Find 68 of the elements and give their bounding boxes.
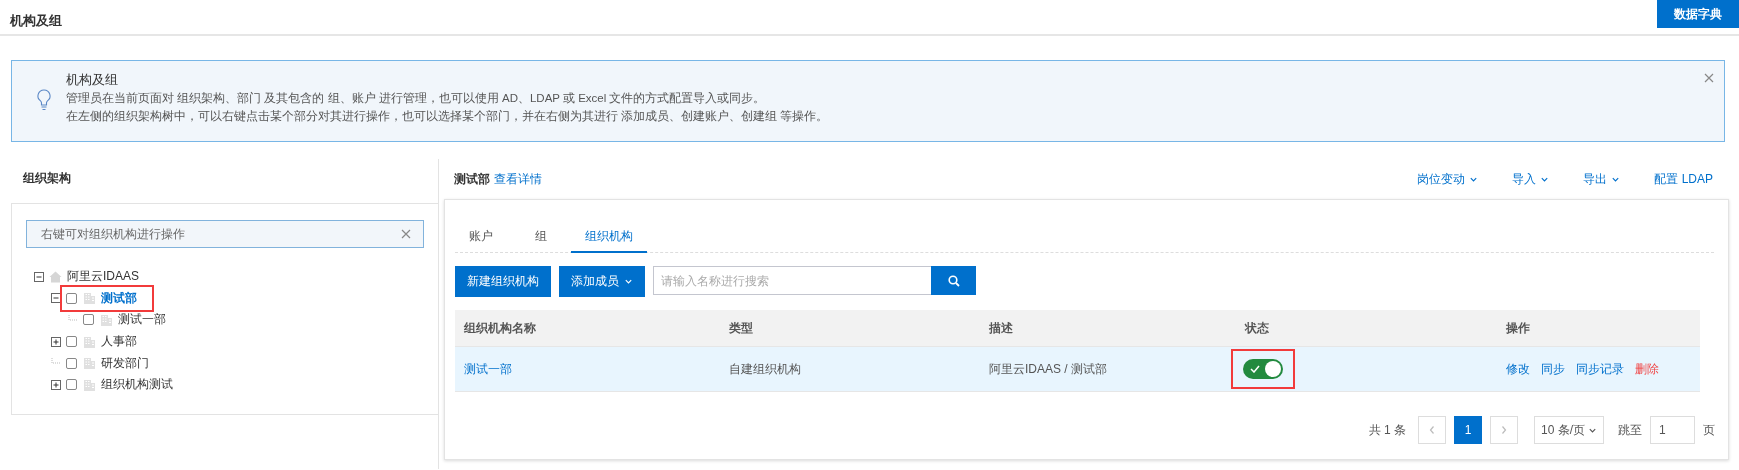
column-header: 状态 (1236, 310, 1497, 347)
notice-text: 在左侧的组织架构树中，可以右键点击某个部分对其进行操作，也可以选择某个部门，并在右侧为其进行 添加成员、创建账户、创建组 等操作。 (66, 109, 829, 124)
tree-item[interactable]: 阿里云IDAAS (66, 267, 140, 287)
delete-link[interactable]: 删除 (1635, 360, 1659, 378)
chevron-left-icon (1428, 425, 1436, 435)
chevron-right-icon (1500, 425, 1508, 435)
tree-item[interactable]: 测试部 (100, 288, 138, 308)
check-icon (1250, 365, 1260, 373)
action-link[interactable]: 修改 (1506, 360, 1530, 378)
checkbox[interactable] (66, 379, 77, 391)
dropdown-menu[interactable]: 岗位变动 (1417, 170, 1479, 188)
lightbulb-icon (36, 89, 52, 111)
details-link[interactable]: 查看详情 (494, 170, 542, 188)
chevron-down-icon (624, 277, 633, 286)
action-link[interactable]: 同步 (1541, 360, 1565, 378)
dropdown-menu[interactable]: 导出 (1583, 170, 1621, 188)
department-name: 测试部 (454, 170, 490, 188)
expand-icon[interactable] (51, 379, 61, 390)
search-field[interactable]: 请输入名称进行搜索 (653, 266, 932, 295)
new-organization-button[interactable]: 新建组织机构 (455, 266, 551, 297)
tree-item[interactable]: 组织机构测试 (100, 375, 174, 395)
page-button[interactable]: 1 (1454, 416, 1482, 444)
tree-item[interactable]: 研发部门 (100, 353, 150, 373)
expand-icon[interactable] (51, 336, 61, 347)
search-button[interactable] (931, 266, 976, 295)
notice-text: 管理员在当前页面对 组织架构、部门 及其包含的 组、账户 进行管理，也可以使用 AD、LDAP 或 Excel 文件的方式配置导入或同步。 (66, 91, 767, 106)
collapse-icon[interactable] (51, 293, 61, 304)
tab[interactable]: 组 (507, 222, 571, 253)
tree-item[interactable]: 测试一部 (117, 310, 167, 330)
page-size-select[interactable]: 10 条/页 (1534, 416, 1604, 444)
dictionary-button[interactable]: 数据字典 (1657, 0, 1739, 28)
building-icon (83, 335, 96, 348)
status-toggle[interactable] (1243, 359, 1283, 379)
building-icon (83, 378, 96, 391)
column-header: 类型 (720, 310, 980, 347)
building-icon (100, 314, 113, 326)
building-icon (83, 357, 96, 370)
close-icon[interactable] (1704, 73, 1714, 83)
add-member-button[interactable]: 添加成员 (559, 266, 645, 297)
checkbox[interactable] (66, 357, 77, 369)
jump-label: 跳至 (1618, 421, 1642, 439)
tab[interactable]: 账户 (455, 222, 507, 253)
page-unit: 页 (1703, 421, 1715, 439)
checkbox[interactable] (66, 336, 77, 348)
column-header: 描述 (980, 310, 1236, 347)
dropdown-menu[interactable]: 导入 (1512, 170, 1550, 188)
collapse-icon[interactable] (34, 271, 44, 282)
name-link[interactable]: 测试一部 (464, 360, 512, 378)
checkbox[interactable] (83, 314, 94, 326)
building-icon (83, 292, 96, 305)
panel-title: 组织架构 (23, 171, 72, 185)
tab[interactable]: 组织机构 (571, 222, 647, 253)
column-header: 组织机构名称 (455, 310, 720, 347)
notice-title: 机构及组 (66, 71, 119, 88)
tree-item[interactable]: 人事部 (100, 332, 138, 352)
page-input[interactable]: 1 (1650, 416, 1695, 444)
link[interactable]: 配置 LDAP (1654, 170, 1713, 188)
action-link[interactable]: 同步记录 (1576, 360, 1624, 378)
home-icon (49, 270, 62, 283)
table-cell: 阿里云IDAAS / 测试部 (980, 347, 1236, 392)
search-icon (947, 274, 960, 287)
hint-text: 右键可对组织机构进行操作 (41, 225, 185, 243)
total-count: 共 1 条 (1368, 421, 1406, 439)
column-header: 操作 (1497, 310, 1700, 347)
checkbox[interactable] (66, 292, 77, 304)
close-icon[interactable] (401, 229, 411, 239)
page-title: 机构及组 (10, 12, 62, 30)
table-cell: 自建组织机构 (720, 347, 980, 392)
